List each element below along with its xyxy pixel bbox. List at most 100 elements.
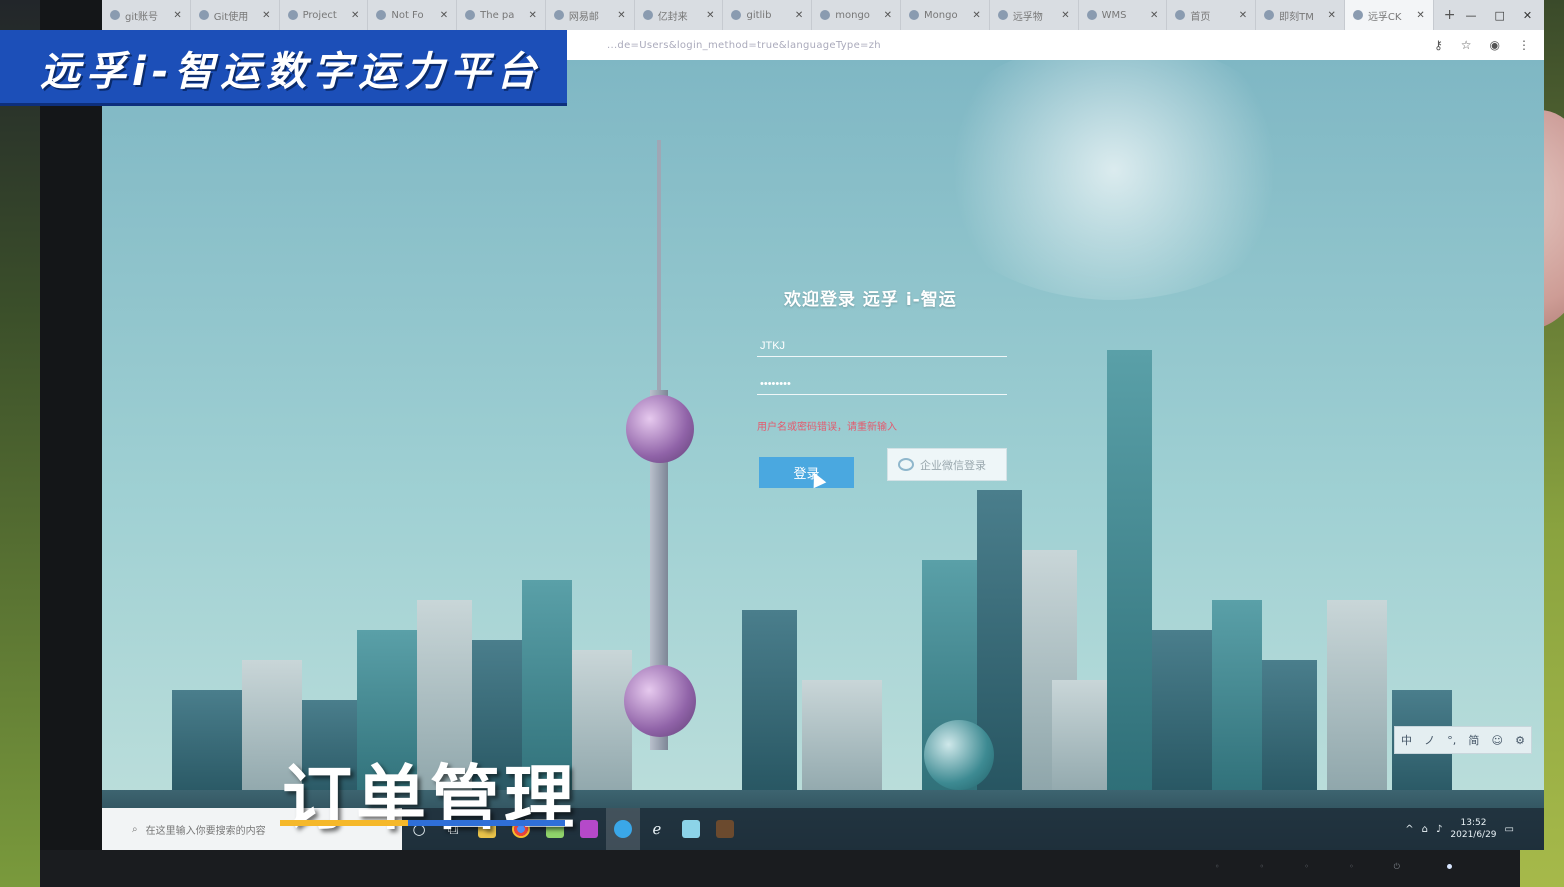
browser-tab[interactable]: mongo ✕ bbox=[812, 0, 902, 30]
close-icon[interactable]: ✕ bbox=[1328, 10, 1336, 21]
monitor-button[interactable]: ◦ bbox=[1260, 862, 1265, 872]
monitor-button[interactable]: ◦ bbox=[1215, 862, 1220, 872]
dome-building bbox=[924, 720, 994, 790]
browser-tab[interactable]: Project ✕ bbox=[280, 0, 369, 30]
browser-tab[interactable]: The pa ✕ bbox=[457, 0, 546, 30]
monitor-button[interactable]: ◦ bbox=[1304, 862, 1309, 872]
address-bar-icons: ⚷ ☆ ◉ ⋮ bbox=[1434, 38, 1544, 52]
ime-punct-toggle[interactable]: °, bbox=[1447, 734, 1456, 747]
clock-time: 13:52 bbox=[1460, 818, 1487, 828]
login-button[interactable]: 登录 bbox=[759, 457, 854, 488]
browser-tab[interactable]: 亿封来 ✕ bbox=[635, 0, 724, 30]
tab-favicon-icon bbox=[731, 10, 742, 20]
window-controls: — □ ✕ bbox=[1465, 9, 1544, 22]
wechat-login-button[interactable]: 企业微信登录 bbox=[887, 448, 1007, 481]
browser-tab[interactable]: Not Fo ✕ bbox=[368, 0, 458, 30]
taskbar-clock[interactable]: 13:52 2021/6/29 bbox=[1450, 817, 1496, 841]
tab-favicon-icon bbox=[1086, 10, 1097, 20]
browser-tab[interactable]: gitlib ✕ bbox=[723, 0, 813, 30]
close-icon[interactable]: ✕ bbox=[1150, 10, 1158, 21]
ie-icon[interactable]: ℯ bbox=[640, 808, 674, 850]
monitor-buttons: ◦ ◦ ◦ ◦ ⏻ bbox=[1215, 862, 1400, 872]
browser-tab[interactable]: WMS ✕ bbox=[1079, 0, 1168, 30]
power-button[interactable]: ⏻ bbox=[1394, 862, 1400, 872]
tab-favicon-icon bbox=[997, 10, 1008, 20]
video-title-banner: 远孚i-智运数字运力平台 bbox=[0, 30, 567, 106]
tab-favicon-icon bbox=[1352, 10, 1363, 20]
network-icon[interactable]: ⌂ bbox=[1422, 824, 1428, 835]
skyline-building bbox=[1327, 600, 1387, 810]
close-icon[interactable]: ✕ bbox=[884, 10, 892, 21]
ime-simplified-toggle[interactable]: 简 bbox=[1468, 732, 1479, 748]
new-tab-button[interactable]: + bbox=[1434, 7, 1466, 23]
tab-favicon-icon bbox=[287, 10, 298, 20]
maximize-icon[interactable]: □ bbox=[1494, 9, 1504, 22]
monitor-bezel: ◦ ◦ ◦ ◦ ⏻ bbox=[40, 850, 1520, 887]
menu-kebab-icon[interactable]: ⋮ bbox=[1518, 38, 1530, 52]
volume-icon[interactable]: ♪ bbox=[1436, 824, 1442, 835]
tab-favicon-icon bbox=[376, 10, 387, 20]
ime-emoji-icon[interactable]: ☺ bbox=[1491, 734, 1502, 747]
browser-tab[interactable]: Git使用 ✕ bbox=[191, 0, 280, 30]
tower-upper-sphere bbox=[626, 395, 694, 463]
profile-icon[interactable]: ◉ bbox=[1490, 38, 1500, 52]
clock-date: 2021/6/29 bbox=[1450, 830, 1497, 840]
skyline-building bbox=[1262, 660, 1317, 810]
tab-favicon-icon bbox=[642, 10, 653, 20]
skyline-building bbox=[1212, 600, 1262, 810]
browser-tab-active[interactable]: 远孚CK ✕ bbox=[1344, 0, 1434, 30]
browser-tab[interactable]: git账号 ✕ bbox=[102, 0, 191, 30]
browser-tab[interactable]: 即刻TM ✕ bbox=[1256, 0, 1345, 30]
skyline-building-tall bbox=[1107, 350, 1152, 810]
monitor-button[interactable]: ◦ bbox=[1349, 862, 1354, 872]
close-icon[interactable]: ✕ bbox=[706, 10, 714, 21]
password-input[interactable] bbox=[757, 373, 1007, 395]
ime-moon-icon[interactable]: ノ bbox=[1424, 732, 1435, 748]
system-tray: ^ ⌂ ♪ 13:52 2021/6/29 ▭ bbox=[1405, 817, 1544, 841]
close-icon[interactable]: ✕ bbox=[972, 10, 980, 21]
close-icon[interactable]: ✕ bbox=[795, 10, 803, 21]
login-title: 欢迎登录 远孚 i-智运 bbox=[784, 290, 957, 310]
close-icon[interactable]: ✕ bbox=[529, 10, 537, 21]
minimize-icon[interactable]: — bbox=[1465, 9, 1476, 22]
browser-tab[interactable]: 网易邮 ✕ bbox=[546, 0, 635, 30]
tab-favicon-icon bbox=[198, 10, 209, 20]
window-close-icon[interactable]: ✕ bbox=[1523, 9, 1532, 22]
ime-settings-icon[interactable]: ⚙ bbox=[1515, 734, 1525, 747]
close-icon[interactable]: ✕ bbox=[173, 10, 181, 21]
browser-tab[interactable]: Mongo ✕ bbox=[901, 0, 990, 30]
app-icon[interactable] bbox=[674, 808, 708, 850]
tab-favicon-icon bbox=[465, 10, 476, 20]
username-input[interactable] bbox=[757, 335, 1007, 357]
tab-favicon-icon bbox=[820, 10, 831, 20]
caption-underline bbox=[280, 820, 565, 826]
video-caption: 订单管理 bbox=[282, 757, 578, 839]
ime-lang-toggle[interactable]: 中 bbox=[1401, 732, 1412, 748]
close-icon[interactable]: ✕ bbox=[1061, 10, 1069, 21]
search-icon: ⌕ bbox=[132, 823, 138, 835]
sky-haze bbox=[924, 40, 1304, 300]
browser-tab[interactable]: 远孚物 ✕ bbox=[990, 0, 1079, 30]
wechat-login-label: 企业微信登录 bbox=[920, 458, 986, 472]
star-icon[interactable]: ☆ bbox=[1461, 38, 1472, 52]
app-icon[interactable] bbox=[708, 808, 742, 850]
app-icon-active[interactable] bbox=[606, 808, 640, 850]
monitor-screen: git账号 ✕ Git使用 ✕ Project ✕ Not Fo ✕ The pa ✕ 网… bbox=[102, 0, 1544, 850]
tower-lower-sphere bbox=[624, 665, 696, 737]
close-icon[interactable]: ✕ bbox=[440, 10, 448, 21]
skyline-building bbox=[1152, 630, 1212, 810]
tab-favicon-icon bbox=[1264, 10, 1275, 20]
tray-chevron-icon[interactable]: ^ bbox=[1405, 824, 1413, 835]
power-led bbox=[1447, 864, 1452, 869]
browser-tab[interactable]: 首页 ✕ bbox=[1167, 0, 1257, 30]
close-icon[interactable]: ✕ bbox=[617, 10, 625, 21]
url-text[interactable]: ...de=Users&login_method=true&languageTy… bbox=[607, 40, 881, 51]
notification-icon[interactable]: ▭ bbox=[1505, 824, 1514, 835]
close-icon[interactable]: ✕ bbox=[1416, 10, 1424, 21]
close-icon[interactable]: ✕ bbox=[262, 10, 270, 21]
close-icon[interactable]: ✕ bbox=[1239, 10, 1247, 21]
key-icon[interactable]: ⚷ bbox=[1434, 38, 1443, 52]
login-error-message: 用户名或密码错误，请重新输入 bbox=[757, 422, 897, 433]
tab-favicon-icon bbox=[909, 10, 920, 20]
close-icon[interactable]: ✕ bbox=[351, 10, 359, 21]
